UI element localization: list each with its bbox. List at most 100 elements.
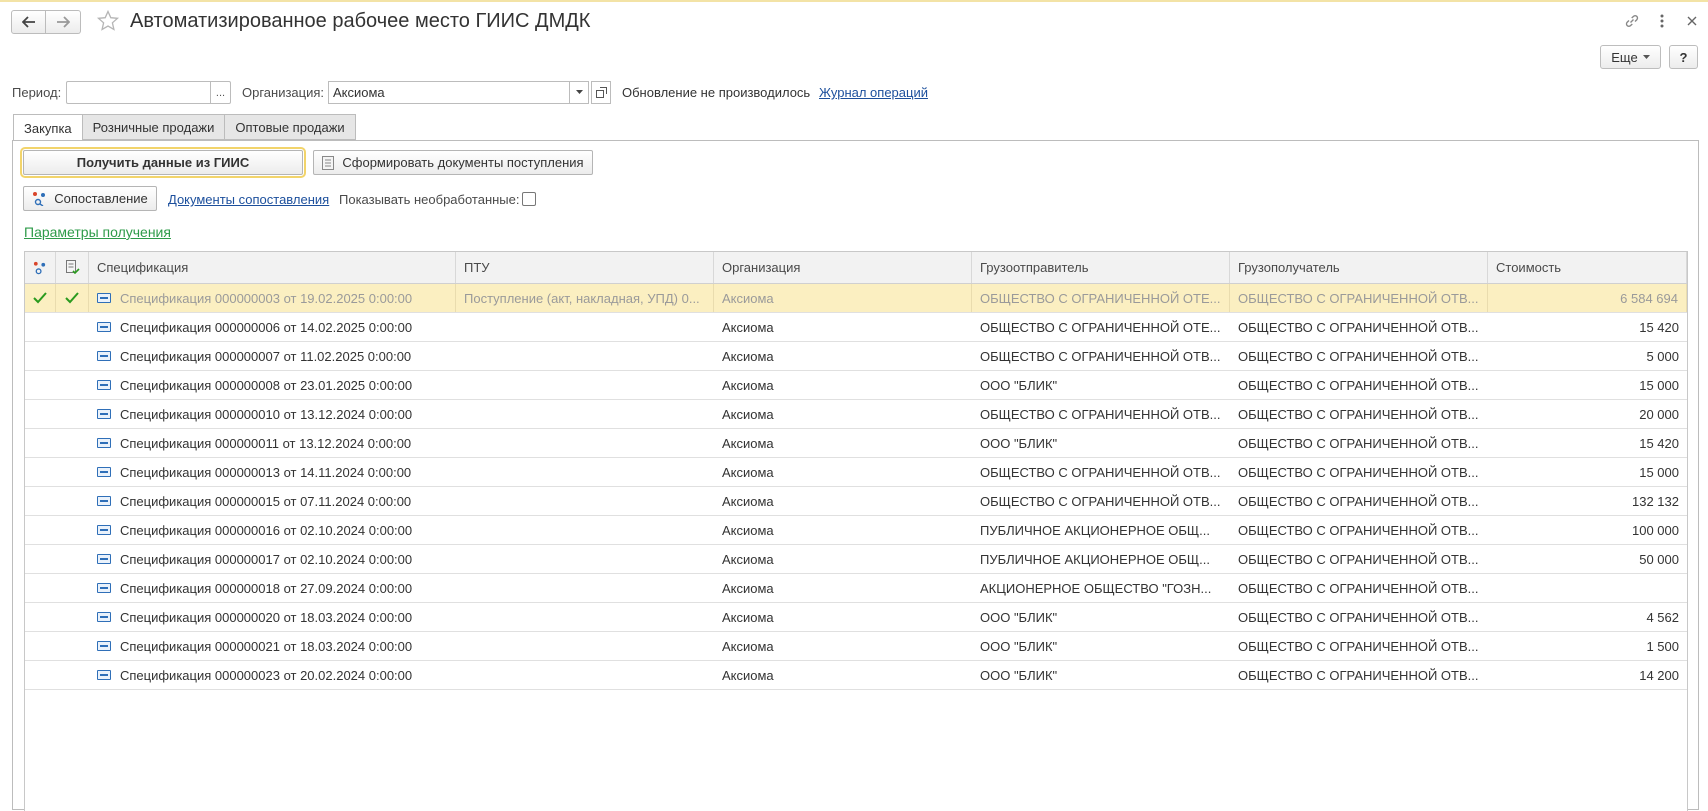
receiver-cell: ОБЩЕСТВО С ОГРАНИЧЕННОЙ ОТВ... [1230,603,1488,631]
check-icon [33,292,47,304]
specification-cell-text: Спецификация 000000003 от 19.02.2025 0:0… [120,290,413,306]
create-receipt-docs-button[interactable]: Сформировать документы поступления [313,150,593,175]
cost-cell [1488,574,1687,602]
specification-cell: Спецификация 000000016 от 02.10.2024 0:0… [89,516,456,544]
table-row[interactable]: Спецификация 000000021 от 18.03.2024 0:0… [25,632,1687,661]
ptu-cell: Поступление (акт, накладная, УПД) 0... [456,284,714,312]
document-status-cell [56,545,89,573]
header-cost[interactable]: Стоимость [1488,252,1687,283]
arrow-right-icon [57,16,70,28]
document-status-cell [56,458,89,486]
organization-cell: Аксиома [714,661,972,689]
match-button[interactable]: Сопоставление [23,186,157,211]
table-row[interactable]: Спецификация 000000010 от 13.12.2024 0:0… [25,400,1687,429]
organization-open-button[interactable] [591,81,611,104]
forward-button[interactable] [46,10,81,34]
tab-wholesale-sales[interactable]: Оптовые продажи [225,114,356,140]
specification-cell: Спецификация 000000023 от 20.02.2024 0:0… [89,661,456,689]
table-row[interactable]: Спецификация 000000017 от 02.10.2024 0:0… [25,545,1687,574]
table-header: Спецификация ПТУ Организация Грузоотправ… [25,252,1687,284]
header-match-status[interactable] [25,252,56,283]
table-row[interactable]: Спецификация 000000020 от 18.03.2024 0:0… [25,603,1687,632]
cost-cell: 5 000 [1488,342,1687,370]
tab-purchase[interactable]: Закупка [13,114,83,142]
header-sender[interactable]: Грузоотправитель [972,252,1230,283]
table-row[interactable]: Спецификация 000000023 от 20.02.2024 0:0… [25,661,1687,690]
header-receiver[interactable]: Грузополучатель [1230,252,1488,283]
sender-cell-text: ОБЩЕСТВО С ОГРАНИЧЕННОЙ ОТВ... [980,493,1221,509]
specification-doc-icon [97,641,111,651]
table-row[interactable]: Спецификация 000000016 от 02.10.2024 0:0… [25,516,1687,545]
window-controls [1624,12,1700,30]
specification-cell: Спецификация 000000006 от 14.02.2025 0:0… [89,313,456,341]
match-status-cell [25,574,56,602]
table-row[interactable]: Спецификация 000000018 от 27.09.2024 0:0… [25,574,1687,603]
close-icon[interactable] [1684,12,1700,30]
match-status-cell [25,487,56,515]
table-row[interactable]: Спецификация 000000006 от 14.02.2025 0:0… [25,313,1687,342]
specification-cell-text: Спецификация 000000010 от 13.12.2024 0:0… [120,406,413,422]
table-row[interactable]: Спецификация 000000015 от 07.11.2024 0:0… [25,487,1687,516]
specification-doc-icon [97,670,111,680]
organization-dropdown-button[interactable] [569,81,589,104]
ptu-cell [456,400,714,428]
ptu-cell [456,429,714,457]
header-document-status[interactable] [56,252,89,283]
receiver-cell-text: ОБЩЕСТВО С ОГРАНИЧЕННОЙ ОТВ... [1238,580,1479,596]
receiver-cell: ОБЩЕСТВО С ОГРАНИЧЕННОЙ ОТВ... [1230,400,1488,428]
organization-cell-text: Аксиома [722,406,774,422]
sender-cell: ОБЩЕСТВО С ОГРАНИЧЕННОЙ ОТВ... [972,342,1230,370]
table-row[interactable]: Спецификация 000000013 от 14.11.2024 0:0… [25,458,1687,487]
organization-cell-text: Аксиома [722,319,774,335]
period-input[interactable] [66,81,211,104]
ptu-cell [456,545,714,573]
back-button[interactable] [11,10,46,34]
document-status-cell [56,400,89,428]
match-status-cell [25,545,56,573]
more-button[interactable]: Еще [1600,45,1661,69]
header-organization[interactable]: Организация [714,252,972,283]
get-data-button[interactable]: Получить данные из ГИИС [20,147,306,178]
table-row[interactable]: Спецификация 000000007 от 11.02.2025 0:0… [25,342,1687,371]
document-icon [322,155,335,170]
period-select-button[interactable]: ... [210,81,231,104]
operations-journal-link[interactable]: Журнал операций [819,85,928,100]
help-button[interactable]: ? [1669,45,1698,69]
specification-doc-icon [97,438,111,448]
organization-cell-text: Аксиома [722,551,774,567]
table-row[interactable]: Спецификация 000000011 от 13.12.2024 0:0… [25,429,1687,458]
match-button-label: Сопоставление [54,191,148,206]
tab-retail-sales[interactable]: Розничные продажи [82,114,226,140]
specification-cell-text: Спецификация 000000020 от 18.03.2024 0:0… [120,609,413,625]
document-check-icon [65,260,80,275]
header-specification[interactable]: Спецификация [89,252,456,283]
receiver-cell: ОБЩЕСТВО С ОГРАНИЧЕННОЙ ОТВ... [1230,574,1488,602]
specification-cell-text: Спецификация 000000015 от 07.11.2024 0:0… [120,493,412,509]
ptu-cell [456,458,714,486]
specification-cell: Спецификация 000000011 от 13.12.2024 0:0… [89,429,456,457]
show-unprocessed-checkbox[interactable] [522,192,536,206]
cost-cell: 4 562 [1488,603,1687,631]
more-actions-icon[interactable] [1654,12,1670,30]
match-documents-link[interactable]: Документы сопоставления [168,192,329,207]
favorite-star-icon[interactable] [96,9,120,33]
receiver-cell-text: ОБЩЕСТВО С ОГРАНИЧЕННОЙ ОТВ... [1238,667,1479,683]
link-icon[interactable] [1624,12,1640,30]
more-button-label: Еще [1611,49,1638,65]
cost-cell-text: 15 420 [1639,319,1679,335]
sender-cell-text: ПУБЛИЧНОЕ АКЦИОНЕРНОЕ ОБЩ... [980,522,1210,538]
match-status-cell [25,400,56,428]
table-row[interactable]: Спецификация 000000003 от 19.02.2025 0:0… [25,284,1687,313]
organization-cell: Аксиома [714,632,972,660]
sender-cell: ООО "БЛИК" [972,632,1230,660]
table-row[interactable]: Спецификация 000000008 от 23.01.2025 0:0… [25,371,1687,400]
sender-cell: ОБЩЕСТВО С ОГРАНИЧЕННОЙ ОТЕ... [972,313,1230,341]
header-ptu[interactable]: ПТУ [456,252,714,283]
organization-input[interactable]: Аксиома [328,81,570,104]
receiver-cell-text: ОБЩЕСТВО С ОГРАНИЧЕННОЙ ОТВ... [1238,638,1479,654]
cost-cell-text: 100 000 [1632,522,1679,538]
tab-bar: Закупка Розничные продажи Оптовые продаж… [13,114,356,142]
specification-doc-icon [97,380,111,390]
receive-params-link[interactable]: Параметры получения [24,224,171,240]
sender-cell-text: ООО "БЛИК" [980,435,1058,451]
